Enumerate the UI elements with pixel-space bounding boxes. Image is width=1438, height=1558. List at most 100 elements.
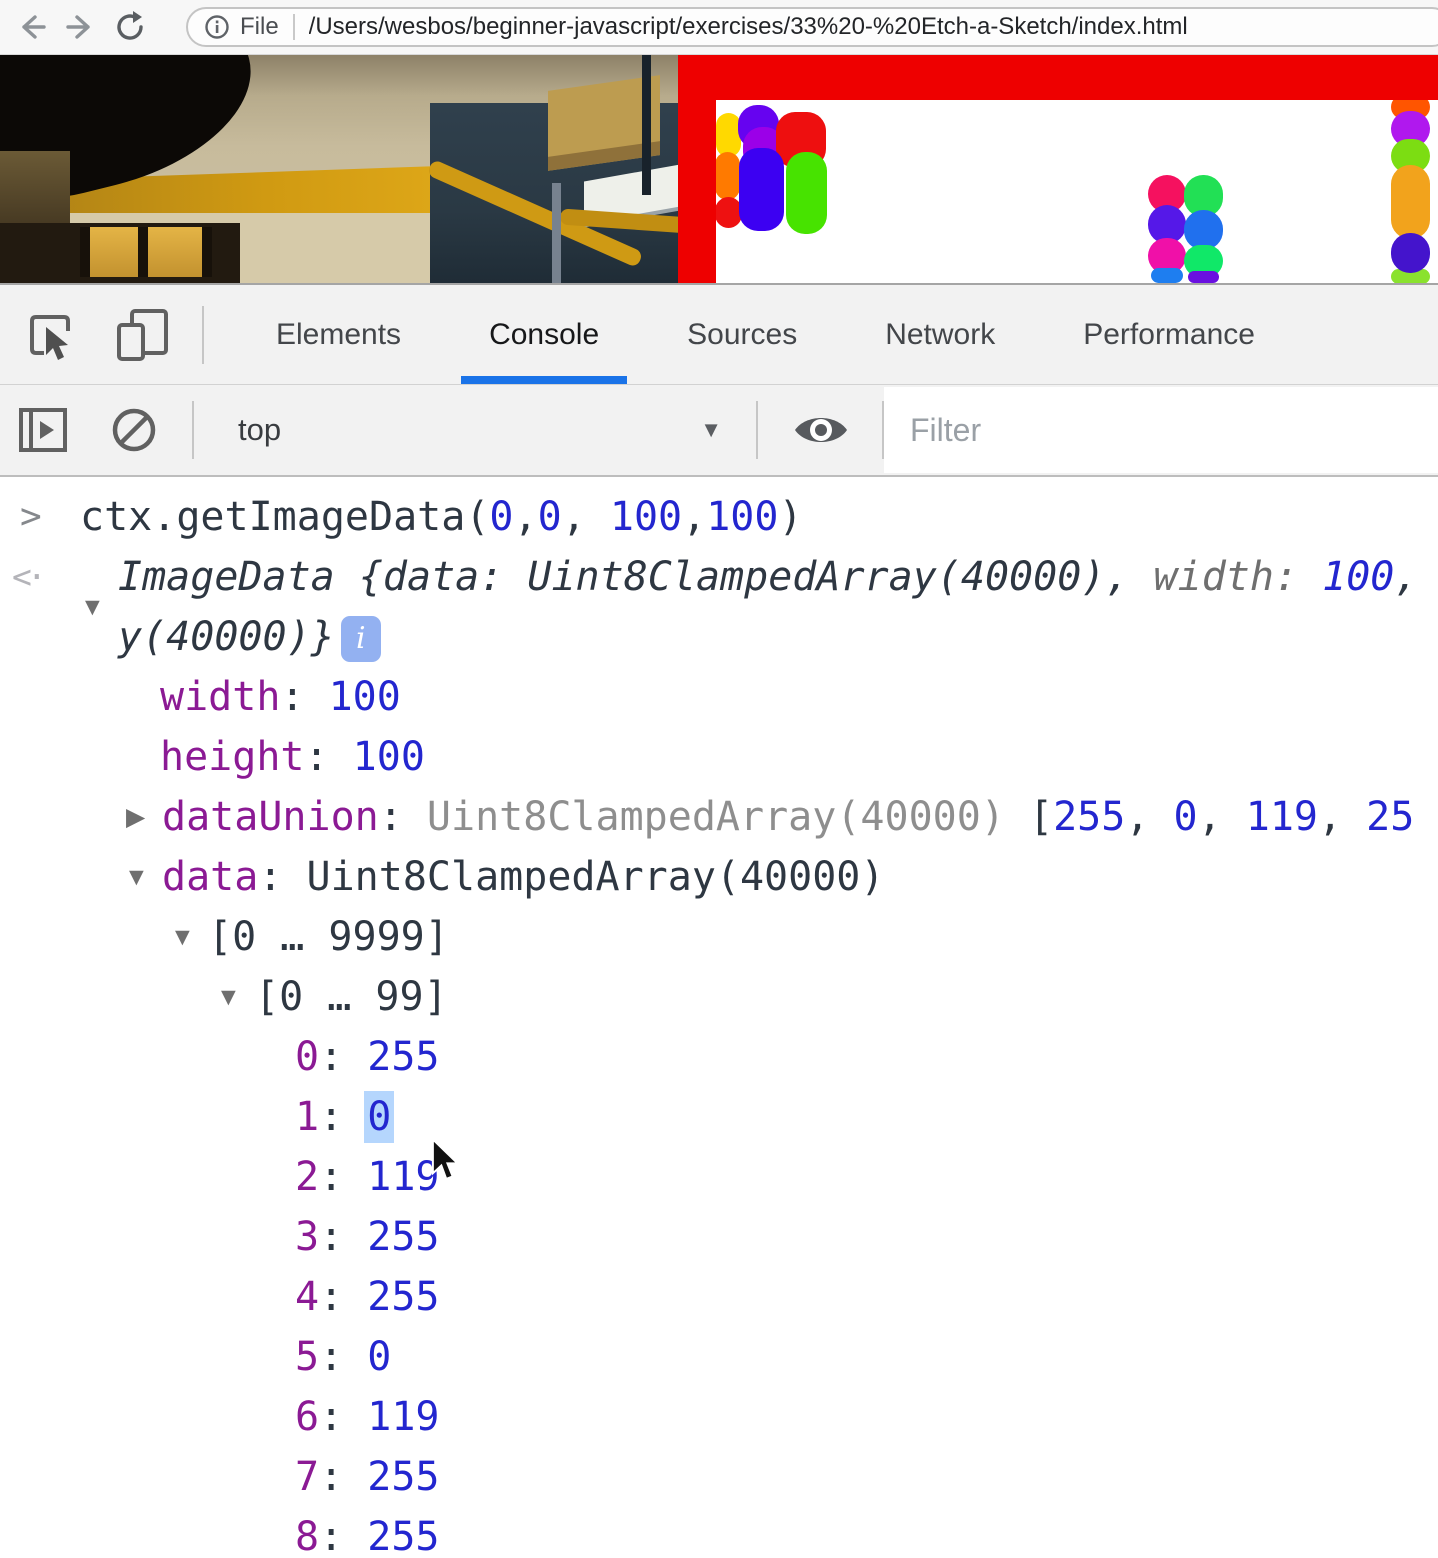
console-filter-input[interactable]	[884, 387, 1438, 473]
inspect-element-icon[interactable]	[24, 309, 76, 361]
devtools-tabs: ElementsConsoleSourcesNetworkPerformance	[232, 285, 1299, 384]
canvas-frame-top	[678, 55, 1438, 100]
console-text: 3	[295, 1214, 319, 1260]
toolbar-separator	[192, 401, 194, 459]
paint-blob	[739, 148, 784, 231]
paint-blob	[1188, 271, 1219, 283]
clear-console-icon[interactable]	[108, 404, 160, 456]
chevron-down-icon: ▼	[700, 417, 722, 443]
return-value-icon: <·	[12, 547, 42, 607]
console-text: 0	[538, 494, 562, 540]
expander-down-icon[interactable]: ▼	[80, 577, 105, 637]
console-text: [	[1005, 794, 1053, 840]
paint-blob	[1151, 268, 1183, 283]
live-expression-eye-icon[interactable]	[792, 408, 850, 452]
console-row-range-0-9999[interactable]: ▼ [0 … 9999]	[0, 907, 1438, 967]
tab-sources[interactable]: Sources	[643, 285, 841, 384]
back-arrow-icon[interactable]	[14, 10, 48, 44]
console-text: 100	[329, 674, 401, 720]
console-text: 4	[295, 1274, 319, 1320]
console-text: :	[379, 794, 427, 840]
console-text: width	[160, 674, 280, 720]
console-text: :	[319, 1154, 367, 1200]
console-line: dataUnion: Uint8ClampedArray(40000) [255…	[0, 787, 1438, 847]
console-line: ctx.getImageData(0,0, 100,100)	[0, 487, 1438, 547]
console-text: y(40000)}	[118, 614, 335, 660]
console-row-index-5: 5: 0	[0, 1327, 1438, 1387]
device-toolbar-icon[interactable]	[116, 308, 170, 362]
console-text: :	[319, 1394, 367, 1440]
paint-blob	[786, 152, 827, 234]
console-text: width:	[1154, 554, 1323, 600]
console-text: 255	[367, 1514, 439, 1558]
reload-icon[interactable]	[114, 10, 148, 44]
prompt-chevron-icon: >	[20, 487, 42, 547]
expander-down-icon[interactable]: ▼	[170, 907, 195, 967]
page-info-icon[interactable]	[204, 14, 230, 40]
tab-network[interactable]: Network	[841, 285, 1039, 384]
console-line: y(40000)}i	[0, 607, 1438, 667]
url-scheme-label: File	[240, 13, 279, 41]
console-row-prop-dataunion[interactable]: ▶dataUnion: Uint8ClampedArray(40000) [25…	[0, 787, 1438, 847]
console-text: [0 … 9999]	[208, 914, 449, 960]
devtools-tab-bar: ElementsConsoleSourcesNetworkPerformance	[0, 285, 1438, 385]
console-text: data	[162, 854, 258, 900]
console-row-range-0-99[interactable]: ▼[0 … 99]	[0, 967, 1438, 1027]
etch-a-sketch-canvas[interactable]	[678, 55, 1438, 283]
console-row-prop-width: width: 100	[0, 667, 1438, 727]
console-row-index-7: 7: 255	[0, 1447, 1438, 1507]
console-text: :	[258, 854, 306, 900]
console-text: ctx.getImageData(	[80, 494, 489, 540]
expander-down-icon[interactable]: ▼	[216, 967, 241, 1027]
console-text: ,	[1318, 794, 1366, 840]
info-badge-icon[interactable]: i	[341, 616, 381, 662]
console-line: 1: 0	[0, 1087, 1438, 1147]
console-line: 3: 255	[0, 1207, 1438, 1267]
devtools-panel: ElementsConsoleSourcesNetworkPerformance…	[0, 283, 1438, 1558]
photo-pole	[552, 183, 561, 283]
console-text: 100	[706, 494, 778, 540]
console-text: 0	[295, 1034, 319, 1080]
address-bar[interactable]: File /Users/wesbos/beginner-javascript/e…	[186, 7, 1438, 47]
paint-blob	[715, 197, 742, 228]
expander-down-icon[interactable]: ▼	[124, 847, 149, 907]
console-text: 0	[367, 1094, 391, 1140]
console-line: height: 100	[0, 727, 1438, 787]
console-text: 0	[489, 494, 513, 540]
console-line: 6: 119	[0, 1387, 1438, 1447]
mouse-cursor	[430, 1138, 464, 1186]
console-text: 25	[1366, 794, 1414, 840]
console-text: 0	[1173, 794, 1197, 840]
console-text: 119	[367, 1394, 439, 1440]
console-text: 255	[367, 1454, 439, 1500]
console-text: 100	[1322, 554, 1394, 600]
console-text: 119	[1246, 794, 1318, 840]
paint-blob	[715, 152, 740, 200]
console-row-index-4: 4: 255	[0, 1267, 1438, 1327]
console-row-prop-height: height: 100	[0, 727, 1438, 787]
console-text: ,	[1125, 794, 1173, 840]
console-line: [0 … 9999]	[0, 907, 1438, 967]
console-row-result-preview[interactable]: <·▼ImageData {data: Uint8ClampedArray(40…	[0, 547, 1438, 667]
console-text: :	[319, 1454, 367, 1500]
tab-performance[interactable]: Performance	[1039, 285, 1299, 384]
tab-elements[interactable]: Elements	[232, 285, 445, 384]
console-row-index-3: 3: 255	[0, 1207, 1438, 1267]
tab-console[interactable]: Console	[445, 285, 643, 384]
console-text: :	[280, 674, 328, 720]
console-text: dataUnion	[162, 794, 379, 840]
expander-right-icon[interactable]: ▶	[126, 787, 145, 847]
toolbar-separator	[756, 401, 758, 459]
console-row-prop-data[interactable]: ▼data: Uint8ClampedArray(40000)	[0, 847, 1438, 907]
console-text: height	[160, 734, 305, 780]
console-sidebar-icon[interactable]	[16, 403, 70, 457]
webpage-photo-image	[0, 55, 678, 283]
console-line: 5: 0	[0, 1327, 1438, 1387]
console-text: 119	[367, 1154, 439, 1200]
console-output: >ctx.getImageData(0,0, 100,100)<·▼ImageD…	[0, 477, 1438, 1558]
console-text: 255	[1053, 794, 1125, 840]
execution-context-selector[interactable]: top ▼	[230, 412, 730, 448]
canvas-frame-left	[678, 55, 716, 283]
console-text: 7	[295, 1454, 319, 1500]
forward-arrow-icon[interactable]	[64, 10, 98, 44]
